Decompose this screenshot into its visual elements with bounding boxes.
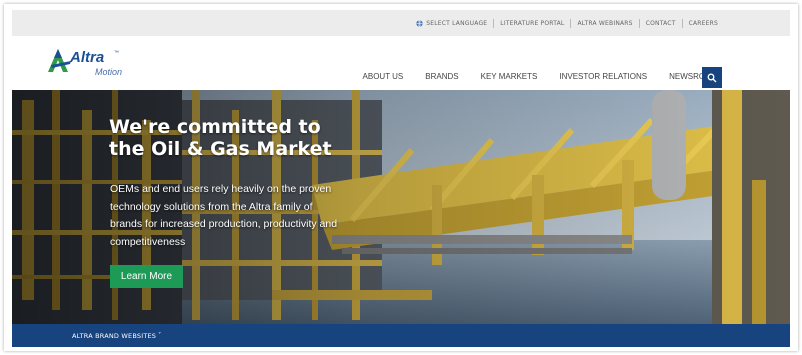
nav-item-brands[interactable]: BRANDS	[425, 72, 458, 81]
literature-portal-link[interactable]: LITERATURE PORTAL	[494, 20, 570, 27]
hero-title-line-1: We're committed to	[109, 116, 321, 138]
hero-description: OEMs and end users rely heavily on the p…	[110, 183, 338, 248]
site-header: Altra ™ Motion ABOUT US BRANDS KEY MARKE…	[12, 36, 790, 90]
learn-more-button[interactable]: Learn More	[110, 265, 183, 288]
logo-trademark: ™	[114, 50, 119, 56]
careers-link[interactable]: CAREERS	[683, 20, 724, 27]
nav-item-about-us[interactable]: ABOUT US	[363, 72, 404, 81]
contact-link[interactable]: CONTACT	[640, 20, 682, 27]
altra-webinars-link[interactable]: ALTRA WEBINARS	[571, 20, 638, 27]
nav-item-investor-relations[interactable]: INVESTOR RELATIONS	[559, 72, 647, 81]
brand-websites-label: ALTRA BRAND WEBSITES	[72, 331, 157, 340]
hero-banner: We're committed to the Oil & Gas Market …	[12, 90, 790, 324]
search-button[interactable]	[702, 67, 722, 88]
browser-frame: SELECT LANGUAGE LITERATURE PORTAL ALTRA …	[4, 4, 798, 351]
utility-bar: SELECT LANGUAGE LITERATURE PORTAL ALTRA …	[12, 10, 790, 36]
chevron-down-icon: ˅	[158, 332, 162, 339]
brand-websites-bar[interactable]: ALTRA BRAND WEBSITES ˅	[12, 324, 790, 347]
hero-title: We're committed to the Oil & Gas Market	[109, 116, 369, 160]
select-language-label: SELECT LANGUAGE	[426, 19, 488, 27]
globe-icon	[416, 19, 423, 27]
hero-title-line-2: the Oil & Gas Market	[109, 138, 332, 160]
nav-item-key-markets[interactable]: KEY MARKETS	[481, 72, 538, 81]
select-language-link[interactable]: SELECT LANGUAGE	[410, 20, 493, 27]
logo-wordmark: Altra	[70, 49, 105, 66]
logo-subtitle: Motion	[95, 67, 123, 77]
search-icon	[707, 73, 717, 82]
altra-motion-logo[interactable]: Altra ™ Motion	[48, 48, 148, 82]
main-nav: ABOUT US BRANDS KEY MARKETS INVESTOR REL…	[363, 72, 718, 81]
altra-logo-mark-icon	[48, 49, 71, 72]
